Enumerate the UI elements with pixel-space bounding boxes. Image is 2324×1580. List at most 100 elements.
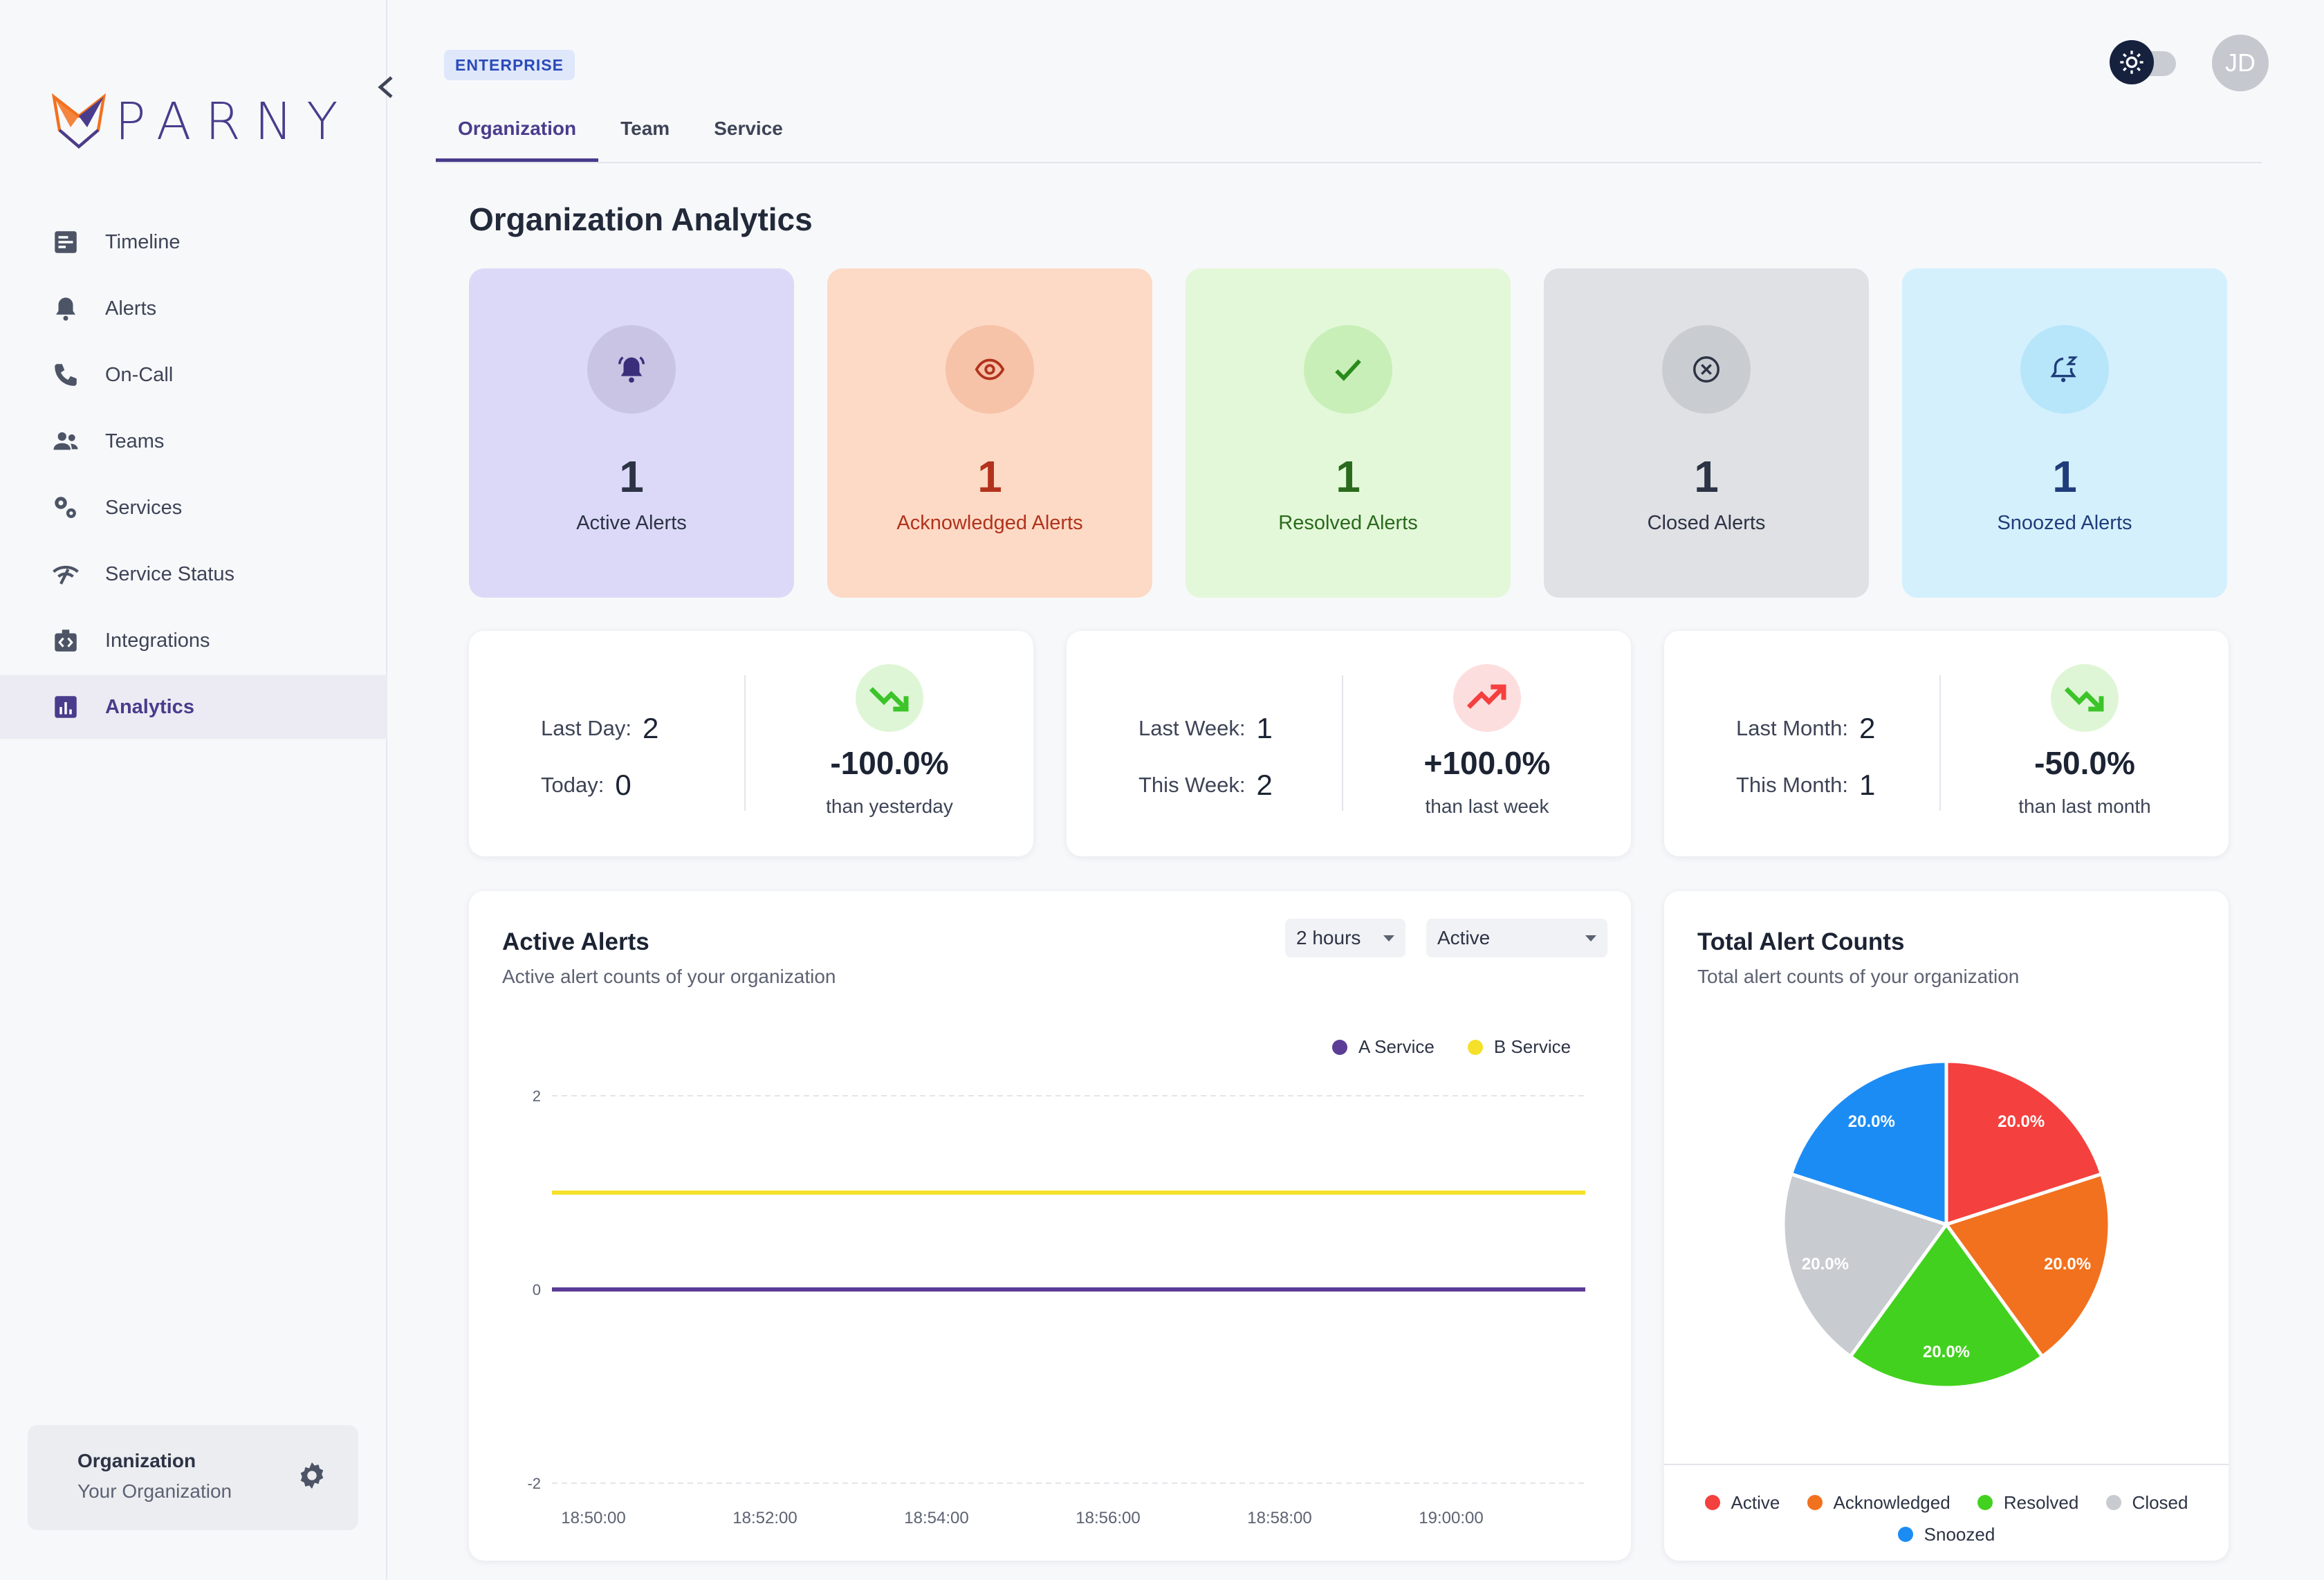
curr-label: This Week: — [1138, 773, 1246, 797]
services-gear-icon — [55, 497, 76, 518]
trending-down-icon — [856, 664, 923, 732]
x-tick-label: 18:54:00 — [904, 1509, 968, 1527]
logo-wordmark: PARNY — [115, 92, 352, 151]
plan-badge: ENTERPRISE — [444, 50, 575, 80]
sidebar-nav: Timeline Alerts On-Call Teams Services S… — [0, 210, 387, 742]
legend-label: Closed — [2132, 1492, 2188, 1513]
snooze-bell-icon — [2020, 325, 2109, 414]
stat-card-snoozed: 1 Snoozed Alerts — [1902, 268, 2227, 598]
legend-item[interactable]: Acknowledged — [1807, 1487, 1950, 1518]
sidebar-item-services[interactable]: Services — [0, 476, 387, 540]
legend-label: Resolved — [2003, 1492, 2079, 1513]
trend-percent: +100.0% — [1423, 745, 1551, 781]
x-tick-label: 18:52:00 — [732, 1509, 797, 1527]
legend-swatch — [1704, 1495, 1720, 1510]
x-tick-label: 19:00:00 — [1419, 1509, 1483, 1527]
sidebar-item-label: Timeline — [105, 230, 181, 253]
stat-label: Closed Alerts — [1647, 512, 1766, 534]
legend-item[interactable]: Resolved — [1977, 1487, 2078, 1518]
pie-slice-label: 20.0% — [2044, 1255, 2091, 1274]
stat-card-resolved: 1 Resolved Alerts — [1186, 268, 1511, 598]
app-logo[interactable]: PARNY — [51, 89, 352, 155]
x-circle-icon — [1662, 325, 1751, 414]
organization-switcher[interactable]: Organization Your Organization — [28, 1425, 358, 1530]
curr-label: Today: — [541, 773, 605, 797]
prev-value: 1 — [1256, 712, 1273, 744]
stat-label: Resolved Alerts — [1278, 512, 1418, 534]
y-tick-label: -2 — [527, 1475, 541, 1492]
active-alerts-chart-card: Active Alerts Active alert counts of you… — [469, 891, 1631, 1561]
pie-slice-label: 20.0% — [1848, 1112, 1895, 1131]
curr-label: This Month: — [1736, 773, 1848, 797]
legend-swatch — [2105, 1495, 2121, 1510]
trend-percent: -50.0% — [2034, 745, 2135, 781]
sidebar-item-on-call[interactable]: On-Call — [0, 343, 387, 407]
legend-label: Snoozed — [1924, 1524, 1995, 1545]
pie-legend: Active Acknowledged Resolved Closed Snoo… — [1664, 1487, 2229, 1551]
prev-label: Last Month: — [1736, 716, 1848, 740]
sidebar-item-label: On-Call — [105, 363, 174, 386]
trend-card-daily: Last Day: 2 Today: 0 -100.0% than yesterda… — [469, 631, 1033, 856]
curr-value: 1 — [1859, 769, 1876, 801]
trend-counts: Last Day: 2 Today: 0 — [541, 700, 658, 814]
x-tick-label: 18:50:00 — [561, 1509, 625, 1527]
divider — [1664, 1464, 2229, 1465]
analytics-tabs: Organization Team Service — [436, 111, 2262, 163]
sidebar-item-timeline[interactable]: Timeline — [0, 210, 387, 274]
avatar[interactable]: JD — [2212, 35, 2269, 91]
trend-counts: Last Week: 1 This Week: 2 — [1138, 700, 1273, 814]
total-alert-counts-card: Total Alert Counts Total alert counts of… — [1664, 891, 2229, 1561]
sidebar-item-teams[interactable]: Teams — [0, 410, 387, 473]
fox-logo-icon — [51, 93, 107, 149]
trend-card-monthly: Last Month: 2 This Month: 1 -50.0% than la… — [1664, 631, 2229, 856]
phone-icon — [55, 364, 77, 386]
stat-value: 1 — [619, 452, 644, 502]
legend-label: Acknowledged — [1833, 1492, 1950, 1513]
stat-value: 1 — [1336, 452, 1361, 502]
tab-service[interactable]: Service — [692, 111, 805, 162]
collapse-sidebar-button[interactable] — [372, 73, 400, 101]
eye-icon — [946, 325, 1034, 414]
tab-organization[interactable]: Organization — [436, 111, 599, 162]
page-title: Organization Analytics — [469, 201, 813, 237]
sidebar-item-alerts[interactable]: Alerts — [0, 277, 387, 340]
trending-up-icon — [1453, 664, 1521, 732]
x-tick-label: 18:58:00 — [1247, 1509, 1311, 1527]
sidebar-item-label: Teams — [105, 430, 165, 452]
curr-value: 0 — [615, 769, 631, 801]
legend-item[interactable]: Active — [1704, 1487, 1780, 1518]
legend-swatch — [1807, 1495, 1823, 1510]
stat-label: Active Alerts — [576, 512, 687, 534]
gear-icon[interactable] — [296, 1460, 328, 1491]
curr-value: 2 — [1256, 769, 1273, 801]
trend-caption: than last month — [2018, 796, 2151, 817]
check-icon — [1304, 325, 1392, 414]
trend-caption: than last week — [1425, 796, 1549, 817]
stat-card-closed: 1 Closed Alerts — [1544, 268, 1869, 598]
stat-value: 1 — [2052, 452, 2077, 502]
stat-value: 1 — [977, 452, 1002, 502]
sun-icon — [2110, 40, 2154, 84]
sidebar-item-label: Integrations — [105, 629, 210, 652]
sidebar-item-integrations[interactable]: Integrations — [0, 609, 387, 672]
stat-label: Acknowledged Alerts — [896, 512, 1083, 534]
line-chart: 2 0 -2 18:50:00 18:52:00 18:54:00 18:56:00 18:5… — [527, 1087, 1585, 1527]
stat-value: 1 — [1694, 452, 1719, 502]
legend-swatch — [1897, 1527, 1913, 1542]
theme-toggle[interactable] — [2110, 40, 2176, 84]
integrations-icon — [55, 630, 77, 652]
legend-item[interactable]: Closed — [2105, 1487, 2188, 1518]
trend-card-weekly: Last Week: 1 This Week: 2 +100.0% than las… — [1067, 631, 1631, 856]
x-tick-label: 18:56:00 — [1076, 1509, 1140, 1527]
tab-team[interactable]: Team — [598, 111, 692, 162]
signal-icon — [53, 565, 79, 585]
stat-card-acknowledged: 1 Acknowledged Alerts — [827, 268, 1152, 598]
sidebar-item-analytics[interactable]: Analytics — [0, 675, 387, 739]
bell-icon — [56, 297, 75, 321]
y-tick-label: 0 — [533, 1281, 541, 1298]
stat-card-active: 1 Active Alerts — [469, 268, 794, 598]
teams-icon — [53, 432, 78, 450]
legend-label: Active — [1731, 1492, 1780, 1513]
sidebar-item-service-status[interactable]: Service Status — [0, 542, 387, 606]
legend-item[interactable]: Snoozed — [1897, 1519, 1995, 1550]
